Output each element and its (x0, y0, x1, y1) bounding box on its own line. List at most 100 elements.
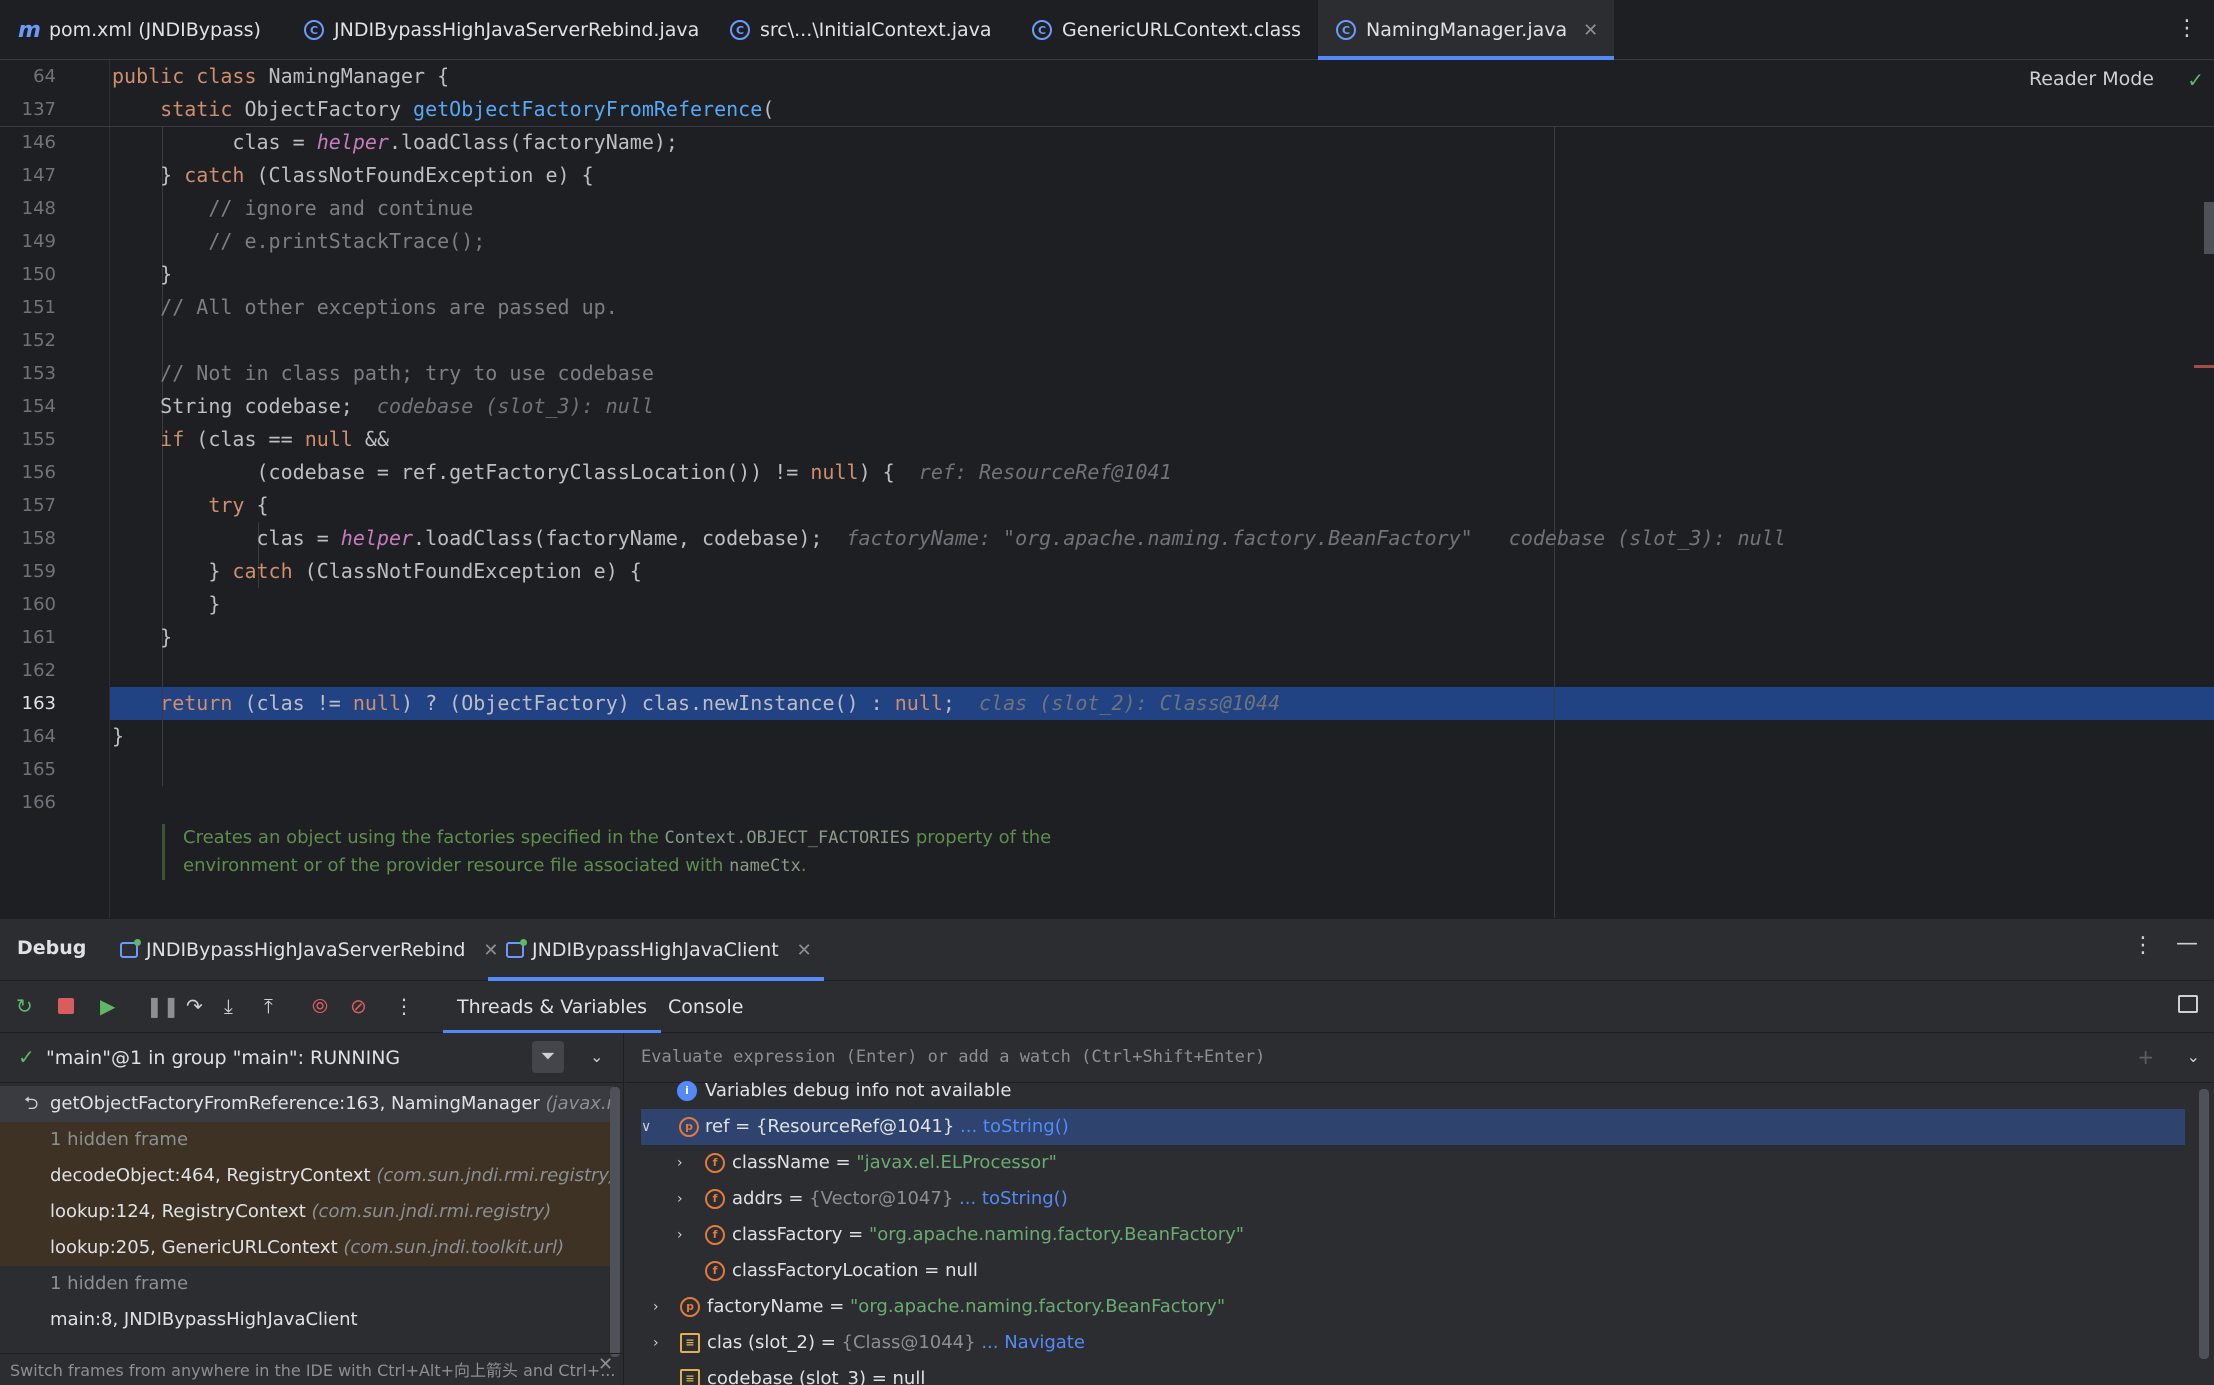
chevron-right-icon[interactable]: › (653, 1325, 667, 1361)
sticky-line-class: public class NamingManager { (112, 64, 450, 88)
editor-scrollbar[interactable] (2204, 202, 2214, 254)
chevron-right-icon[interactable]: › (677, 1145, 691, 1181)
to-string-link[interactable]: ... toString() (954, 1116, 1069, 1137)
tab-generic-url-context[interactable]: C GenericURLContext.class (1032, 0, 1301, 60)
code-line: clas = helper.loadClass(factoryName, cod… (112, 526, 1786, 550)
field-icon: f (705, 1225, 725, 1245)
variable-row-factoryname[interactable]: › p factoryName = "org.apache.naming.fac… (625, 1289, 2185, 1325)
reader-mode-button[interactable]: Reader Mode (2029, 68, 2154, 90)
close-icon[interactable]: ✕ (797, 940, 812, 961)
variable-value: {Class@1044} (841, 1332, 976, 1353)
variable-name: factoryName (707, 1296, 824, 1317)
add-watch-icon[interactable]: + (2137, 1045, 2154, 1069)
rerun-icon[interactable]: ↻ (16, 995, 33, 1017)
stop-icon[interactable] (58, 998, 74, 1014)
evaluate-expression-input[interactable] (641, 1039, 2081, 1075)
code-line: String codebase; codebase (slot_3): null (112, 394, 654, 418)
to-string-link[interactable]: ... toString() (953, 1188, 1068, 1209)
code-line: } catch (ClassNotFoundException e) { (112, 559, 642, 583)
code-editor[interactable]: 64 137 public class NamingManager { stat… (0, 60, 2214, 918)
code-line: (codebase = ref.getFactoryClassLocation(… (112, 460, 1172, 484)
tab-console[interactable]: Console (668, 981, 743, 1033)
field-icon: f (705, 1153, 725, 1173)
chevron-right-icon[interactable]: › (653, 1289, 667, 1325)
thread-selector[interactable]: ✓ "main"@1 in group "main": RUNNING ⏷ ⌄ (0, 1033, 624, 1083)
filter-icon[interactable]: ⏷ (532, 1041, 564, 1073)
session-tab-client[interactable]: JNDIBypassHighJavaClient ✕ (488, 919, 824, 981)
chevron-down-icon[interactable]: ⌄ (590, 1047, 603, 1066)
variable-row-clas[interactable]: › ≡ clas (slot_2) = {Class@1044} ... Nav… (625, 1325, 2185, 1361)
resume-icon[interactable]: ▶ (100, 995, 115, 1017)
line-number: 148 (21, 198, 56, 219)
more-tabs-icon[interactable]: ⋮ (2176, 16, 2198, 41)
frame-item[interactable]: lookup:205, GenericURLContext (com.sun.j… (0, 1230, 614, 1266)
chevron-down-icon[interactable]: ⌄ (2187, 1047, 2200, 1066)
step-out-icon[interactable]: ⤒ (264, 995, 273, 1017)
return-icon: ⮌ (24, 1093, 39, 1114)
variable-row-addrs[interactable]: › f addrs = {Vector@1047} ... toString() (625, 1181, 2185, 1217)
code-line: // Not in class path; try to use codebas… (160, 361, 654, 385)
code-line: clas = helper.loadClass(factoryName); (112, 130, 678, 154)
variable-value: = {ResourceRef@1041} (729, 1116, 955, 1137)
code-line: } catch (ClassNotFoundException e) { (112, 163, 594, 187)
frame-method: lookup:205, GenericURLContext (50, 1237, 338, 1258)
variables-info-row: i Variables debug info not available (625, 1073, 2185, 1109)
hidden-frames-item[interactable]: 1 hidden frame (0, 1266, 614, 1302)
mute-breakpoints-icon[interactable]: ⊘ (350, 995, 367, 1017)
frame-item[interactable]: lookup:124, RegistryContext (com.sun.jnd… (0, 1194, 614, 1230)
chevron-right-icon[interactable]: › (677, 1181, 691, 1217)
variable-row-codebase[interactable]: ≡ codebase (slot_3) = null (625, 1361, 2185, 1385)
variable-row-classname[interactable]: › f className = "javax.el.ELProcessor" (625, 1145, 2185, 1181)
variable-row-classfactory[interactable]: › f classFactory = "org.apache.naming.fa… (625, 1217, 2185, 1253)
session-label: JNDIBypassHighJavaServerRebind (146, 939, 466, 961)
more-actions-icon[interactable]: ⋮ (394, 995, 414, 1017)
code-line: if (clas == null && (160, 427, 389, 451)
variable-name: className (732, 1152, 830, 1173)
line-number: 153 (21, 363, 56, 384)
variable-name: clas (slot_2) (707, 1332, 815, 1353)
tab-label: JNDIBypassHighJavaServerRebind.java (334, 19, 700, 41)
close-icon[interactable]: ✕ (598, 1354, 613, 1375)
more-options-icon[interactable]: ⋮ (2132, 933, 2154, 958)
tab-label: NamingManager.java (1366, 19, 1568, 41)
variable-name: classFactory (732, 1224, 843, 1245)
debug-toolbar: ↻ ▶ ❚❚ ↷ ⤓ ⤒ ⦾ ⊘ ⋮ Threads & Variables C… (0, 981, 2214, 1033)
line-number: 157 (21, 495, 56, 516)
code-line: // e.printStackTrace(); (208, 229, 486, 253)
session-tab-server-rebind[interactable]: JNDIBypassHighJavaServerRebind ✕ (120, 919, 499, 981)
hidden-frames-item[interactable]: 1 hidden frame (0, 1122, 614, 1158)
frame-item[interactable]: main:8, JNDIBypassHighJavaClient (0, 1302, 614, 1338)
tab-pom-xml[interactable]: m pom.xml (JNDIBypass) (18, 0, 261, 60)
frame-package: (com.sun.jndi.toolkit.url) (343, 1237, 565, 1258)
debug-tool-window: Debug JNDIBypassHighJavaServerRebind ✕ J… (0, 918, 2214, 1385)
tab-server-rebind[interactable]: C JNDIBypassHighJavaServerRebind.java (304, 0, 699, 60)
tab-naming-manager[interactable]: C NamingManager.java ✕ (1318, 0, 1615, 60)
chevron-right-icon[interactable]: › (677, 1217, 691, 1253)
chevron-down-icon[interactable]: ∨ (641, 1109, 655, 1145)
inline-debug-hint: codebase (slot_3): null (376, 394, 654, 418)
variable-row-ref[interactable]: ∨ p ref = {ResourceRef@1041} ... toStrin… (641, 1109, 2185, 1145)
variables-scrollbar[interactable] (2199, 1089, 2209, 1359)
pause-icon[interactable]: ❚❚ (146, 995, 180, 1017)
error-stripe-marker[interactable] (2194, 365, 2214, 368)
minimize-icon[interactable]: — (2176, 931, 2198, 956)
frames-scrollbar[interactable] (610, 1087, 620, 1357)
code-line: // All other exceptions are passed up. (160, 295, 618, 319)
line-number: 164 (21, 726, 56, 747)
layout-settings-icon[interactable] (2178, 995, 2198, 1013)
step-into-icon[interactable]: ⤓ (224, 995, 233, 1017)
close-icon[interactable]: ✕ (1583, 20, 1598, 41)
variable-value: "org.apache.naming.factory.BeanFactory" (868, 1224, 1245, 1245)
inspection-ok-icon[interactable]: ✓ (2187, 68, 2204, 92)
navigate-link[interactable]: ... Navigate (976, 1332, 1085, 1353)
line-number: 151 (21, 297, 56, 318)
line-number: 156 (21, 462, 56, 483)
tab-initial-context[interactable]: C src\...\InitialContext.java (730, 0, 992, 60)
variable-row-classfactorylocation[interactable]: f classFactoryLocation = null (625, 1253, 2185, 1289)
frame-item[interactable]: ⮌ getObjectFactoryFromReference:163, Nam… (0, 1086, 614, 1122)
view-breakpoints-icon[interactable]: ⦾ (312, 995, 328, 1017)
step-over-icon[interactable]: ↷ (186, 995, 203, 1017)
frame-item[interactable]: decodeObject:464, RegistryContext (com.s… (0, 1158, 614, 1194)
class-icon: C (1336, 20, 1356, 40)
tab-threads-variables[interactable]: Threads & Variables (442, 981, 662, 1033)
